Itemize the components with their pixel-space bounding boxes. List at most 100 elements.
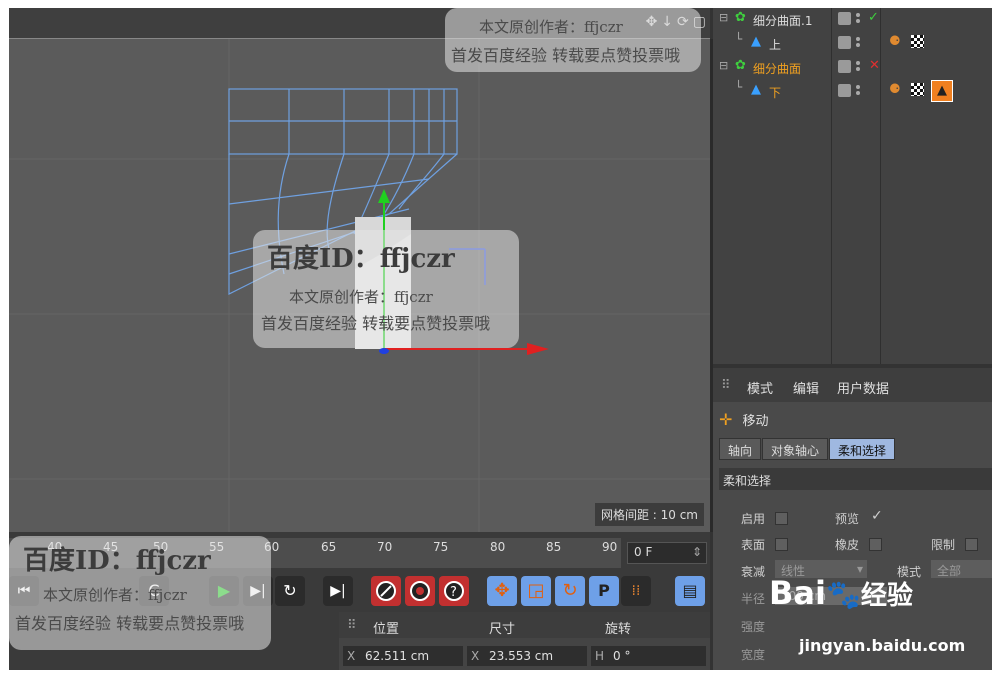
disabled-x-icon[interactable]: ✕ [869,58,880,73]
mode-dropdown[interactable]: 全部 [931,560,992,578]
attribute-tabs: 轴向 对象轴心 柔和选择 [719,438,896,460]
strength-label: 强度 [741,620,766,634]
scale-key-button[interactable]: ◲ [521,576,551,606]
baidu-url: jingyan.baidu.com [799,636,966,655]
object-name: 下 [769,86,782,100]
paw-icon: 🐾 [825,578,861,611]
tab-object-axis[interactable]: 对象轴心 [762,438,829,460]
material-tag-icon[interactable] [911,83,924,96]
visibility-dots-icon[interactable] [856,59,861,75]
menu-mode[interactable]: 模式 [747,378,773,397]
move-key-button[interactable]: ✥ [487,576,517,606]
layer-icon[interactable] [838,60,851,73]
subdivision-surface-icon: ✿ [735,10,746,25]
key-icon [376,581,396,601]
stepper-icon[interactable]: ⇕ [692,545,702,559]
cinema4d-window: ✥ ↓ ⟳ ▢ [9,8,992,670]
attribute-manager: ⠿ 模式 编辑 用户数据 ✛ 移动 轴向 对象轴心 柔和选择 柔和选择 启用 预… [713,368,992,670]
watermark-id: 百度ID：ffjczr [23,546,211,576]
position-x-field[interactable]: X 62.511 cm [343,646,463,666]
attribute-menubar: ⠿ 模式 编辑 用户数据 [713,368,992,402]
rotation-h-field[interactable]: H 0 ° [591,646,706,666]
axis-label: H [595,649,605,663]
jingyan-logo-text: 经验 [860,581,913,611]
limit-label: 限制 [931,538,956,552]
watermark-id: 百度ID：ffjczr [267,244,455,274]
menu-user-data[interactable]: 用户数据 [837,378,889,397]
section-header-soft-selection: 柔和选择 [719,468,992,490]
layer-icon[interactable] [838,84,851,97]
repeat-button[interactable]: ↻ [275,576,305,606]
watermark-author: 本文原创作者：ffjczr [43,586,187,604]
question-icon: ? [444,581,464,601]
surface-checkbox[interactable] [775,538,788,551]
collapse-icon[interactable]: ⊟ [719,59,728,72]
watermark-author: 本文原创作者：ffjczr [289,288,433,306]
param-key-button[interactable]: P [589,576,619,606]
grip-icon[interactable]: ⠿ [347,618,357,633]
header-rotation: 旋转 [605,622,632,637]
visibility-dots-icon[interactable] [856,35,861,51]
tab-axis[interactable]: 轴向 [719,438,762,460]
watermark-notice: 首发百度经验 转载要点赞投票哦 [451,46,681,65]
tick-label: 85 [546,540,562,554]
surface-label: 表面 [741,538,766,552]
tab-soft-selection[interactable]: 柔和选择 [829,438,896,460]
mode-value: 全部 [937,564,962,578]
layer-icon[interactable] [838,12,851,25]
coordinate-manager: ⠿ 位置 尺寸 旋转 X 62.511 cm X 23.553 cm H 0 ° [339,612,710,670]
radius-label: 半径 [741,592,766,606]
current-frame-value: 0 F [634,545,653,559]
rotate-key-button[interactable]: ↻ [555,576,585,606]
key-help-button[interactable]: ? [439,576,469,606]
object-row-subdiv[interactable]: ⊟ ✿ 细分曲面 ✕ [713,56,992,80]
section-title: 柔和选择 [723,474,772,488]
material-tag-icon[interactable] [911,35,924,48]
tree-line: └ [735,32,743,46]
x-axis-arrow-icon[interactable] [527,343,549,355]
object-row-bottom[interactable]: └ ▲ 下 ⚈ ▲ [713,80,992,104]
goto-end-button[interactable]: ▶| [323,576,353,606]
width-label: 宽度 [741,648,766,662]
grid-distance-label: 网格间距 : 10 cm [594,503,704,526]
rotation-h-value: 0 ° [613,649,631,663]
selection-tag-icon[interactable]: ▲ [931,80,953,102]
watermark-notice: 首发百度经验 转载要点赞投票哦 [15,614,245,633]
preview-checkbox[interactable]: ✓ [871,508,883,524]
layer-icon[interactable] [838,36,851,49]
visibility-dots-icon[interactable] [856,11,861,27]
autokey-icon [410,581,430,601]
menu-edit[interactable]: 编辑 [793,378,819,397]
phong-tag-icon[interactable]: ⚈ [889,82,901,97]
visibility-dots-icon[interactable] [856,83,861,99]
limit-checkbox[interactable] [965,538,978,551]
tree-line: └ [735,80,743,94]
enable-checkbox[interactable] [775,512,788,525]
timeline-window-button[interactable]: ▤ [675,576,705,606]
autokey-button[interactable] [405,576,435,606]
tick-label: 70 [377,540,393,554]
polygon-object-icon: ▲ [751,34,761,49]
object-row-subdiv-1[interactable]: ⊟ ✿ 细分曲面.1 ✓ [713,8,992,32]
record-key-button[interactable] [371,576,401,606]
grip-icon[interactable]: ⠿ [721,378,731,393]
tick-label: 75 [433,540,449,554]
current-frame-field[interactable]: 0 F ⇕ [627,542,707,564]
size-x-field[interactable]: X 23.553 cm [467,646,587,666]
tick-label: 90 [602,540,618,554]
tick-label: 65 [321,540,337,554]
subdivision-surface-icon: ✿ [735,58,746,73]
polygon-object-icon: ▲ [751,82,761,97]
object-row-top[interactable]: └ ▲ 上 ⚈ [713,32,992,56]
enabled-check-icon[interactable]: ✓ [868,10,879,25]
z-axis-arrow-icon[interactable] [379,348,389,354]
point-level-button[interactable]: ⁞⁞ [621,576,651,606]
collapse-icon[interactable]: ⊟ [719,11,728,24]
axis-label: X [471,649,480,663]
falloff-label: 衰减 [741,565,766,579]
y-axis-arrow-icon[interactable] [378,189,390,203]
watermark-notice: 首发百度经验 转载要点赞投票哦 [261,314,491,333]
header-position: 位置 [373,622,400,637]
rubber-checkbox[interactable] [869,538,882,551]
phong-tag-icon[interactable]: ⚈ [889,34,901,49]
